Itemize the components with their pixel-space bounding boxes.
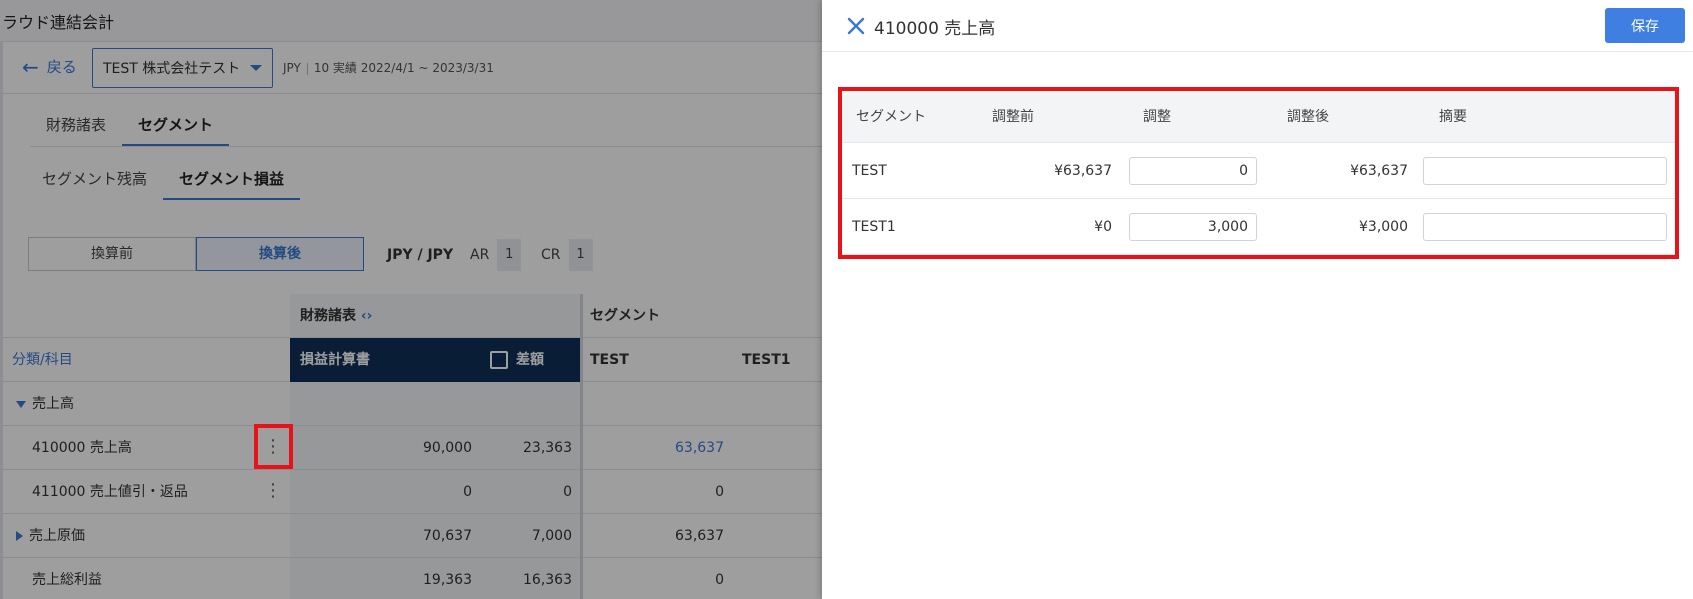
- drawer-header: 410000 売上高 保存: [822, 0, 1693, 52]
- highlight-box: [838, 87, 1679, 259]
- highlight-box: [254, 424, 293, 469]
- modal-backdrop[interactable]: [0, 0, 822, 599]
- background-app: クラウド連結会計 ← 戻る TEST 株式会社テスト JPY10 実績 2022…: [0, 0, 822, 599]
- adjustment-drawer: 410000 売上高 保存 セグメント 調整前 調整 調整後 摘要 TEST ¥…: [822, 0, 1693, 599]
- save-button[interactable]: 保存: [1605, 8, 1685, 43]
- drawer-title: 410000 売上高: [874, 19, 996, 39]
- close-icon: [847, 17, 865, 35]
- close-button[interactable]: [842, 12, 870, 40]
